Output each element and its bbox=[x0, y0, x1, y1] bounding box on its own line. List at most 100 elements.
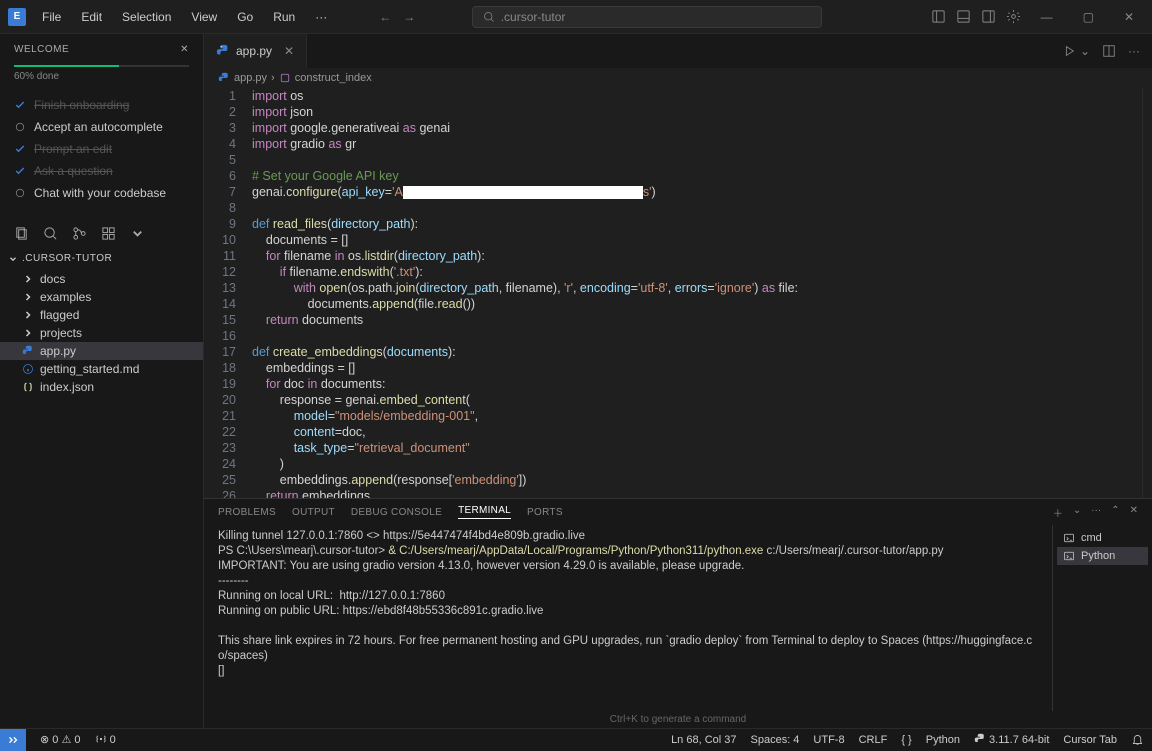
task-item[interactable]: Ask a question bbox=[14, 160, 189, 182]
window-minimize[interactable]: — bbox=[1031, 10, 1063, 24]
status-lang[interactable]: Python bbox=[926, 734, 960, 746]
welcome-title: WELCOME bbox=[14, 44, 69, 55]
layout-panel-icon[interactable] bbox=[956, 9, 971, 24]
tree-file-index-json[interactable]: index.json bbox=[0, 378, 203, 396]
panel-close[interactable]: ✕ bbox=[1130, 505, 1138, 520]
chevron-right-icon bbox=[22, 273, 34, 285]
explorer-search-icon[interactable] bbox=[43, 226, 58, 241]
menu-selection[interactable]: Selection bbox=[114, 6, 179, 28]
panel-new-terminal[interactable]: ＋ bbox=[1053, 505, 1063, 520]
python-file-icon bbox=[216, 44, 230, 58]
window-close[interactable]: ✕ bbox=[1114, 10, 1144, 24]
status-errors[interactable]: ⊗ 0 ⚠ 0 bbox=[40, 733, 81, 746]
tree-folder-docs[interactable]: docs bbox=[0, 270, 203, 288]
terminal-icon bbox=[1063, 550, 1075, 562]
task-item[interactable]: Accept an autocomplete bbox=[14, 116, 189, 138]
tree-file-app-py[interactable]: app.py bbox=[0, 342, 203, 360]
status-bell-icon[interactable] bbox=[1131, 733, 1144, 746]
panel-tab-ports[interactable]: PORTS bbox=[527, 507, 563, 518]
status-encoding[interactable]: UTF-8 bbox=[813, 734, 844, 746]
chevron-right-icon bbox=[22, 327, 34, 339]
info-file-icon bbox=[22, 363, 34, 375]
minimap[interactable] bbox=[1142, 88, 1152, 498]
task-label: Accept an autocomplete bbox=[34, 120, 163, 134]
workspace-header[interactable]: .CURSOR-TUTOR bbox=[0, 249, 203, 268]
panel-tab-problems[interactable]: PROBLEMS bbox=[218, 507, 276, 518]
status-python-version[interactable]: 3.11.7 64-bit bbox=[974, 733, 1049, 746]
status-cursor-tab[interactable]: Cursor Tab bbox=[1063, 734, 1117, 746]
nav-forward[interactable]: → bbox=[403, 10, 415, 24]
status-eol[interactable]: CRLF bbox=[859, 734, 888, 746]
settings-gear-icon[interactable] bbox=[1006, 9, 1021, 24]
panel-tab-terminal[interactable]: TERMINAL bbox=[458, 505, 511, 519]
status-bar: ⊗ 0 ⚠ 0 0 Ln 68, Col 37 Spaces: 4 UTF-8 … bbox=[0, 728, 1152, 750]
tree-folder-projects[interactable]: projects bbox=[0, 324, 203, 342]
explorer-git-icon[interactable] bbox=[72, 226, 87, 241]
title-bar: E FileEditSelectionViewGoRun··· ← → .cur… bbox=[0, 0, 1152, 34]
terminal-icon bbox=[1063, 532, 1075, 544]
explorer-files-icon[interactable] bbox=[14, 226, 29, 241]
run-button-icon[interactable] bbox=[1062, 44, 1076, 58]
explorer-chevron-icon[interactable] bbox=[130, 226, 145, 241]
check-icon bbox=[14, 165, 26, 177]
breadcrumb-symbol: construct_index bbox=[295, 72, 372, 84]
menu-view[interactable]: View bbox=[183, 6, 225, 28]
menu-edit[interactable]: Edit bbox=[73, 6, 110, 28]
remote-button[interactable] bbox=[0, 729, 26, 751]
terminal-session-python[interactable]: Python bbox=[1057, 547, 1148, 565]
welcome-close[interactable]: ✕ bbox=[180, 44, 189, 55]
breadcrumb[interactable]: app.py › construct_index bbox=[204, 68, 1152, 88]
panel-maximize[interactable]: ⌃ bbox=[1111, 505, 1119, 520]
nav-back[interactable]: ← bbox=[379, 10, 391, 24]
tab-app-py[interactable]: app.py ✕ bbox=[204, 34, 307, 68]
tree-label: projects bbox=[40, 326, 82, 340]
editor-more[interactable]: ··· bbox=[1128, 44, 1140, 58]
task-label: Chat with your codebase bbox=[34, 186, 166, 200]
task-item[interactable]: Prompt an edit bbox=[14, 138, 189, 160]
run-dropdown[interactable]: ⌄ bbox=[1080, 44, 1090, 58]
tab-label: app.py bbox=[236, 44, 272, 58]
function-icon bbox=[279, 72, 291, 84]
panel-tab-output[interactable]: OUTPUT bbox=[292, 507, 335, 518]
command-search[interactable]: .cursor-tutor bbox=[472, 6, 822, 28]
code-editor[interactable]: 1234567891011121314151617181920212223242… bbox=[204, 88, 1152, 498]
tree-label: app.py bbox=[40, 344, 76, 358]
circle-icon bbox=[14, 187, 26, 199]
status-cursor-pos[interactable]: Ln 68, Col 37 bbox=[671, 734, 736, 746]
session-label: Python bbox=[1081, 550, 1115, 562]
panel-more[interactable]: ··· bbox=[1091, 505, 1101, 520]
task-item[interactable]: Chat with your codebase bbox=[14, 182, 189, 204]
tree-folder-flagged[interactable]: flagged bbox=[0, 306, 203, 324]
window-maximize[interactable]: ▢ bbox=[1073, 10, 1104, 24]
layout-sidebar-right-icon[interactable] bbox=[981, 9, 996, 24]
task-label: Prompt an edit bbox=[34, 142, 112, 156]
session-label: cmd bbox=[1081, 532, 1102, 544]
status-spaces[interactable]: Spaces: 4 bbox=[751, 734, 800, 746]
tree-folder-examples[interactable]: examples bbox=[0, 288, 203, 306]
status-lang-brace[interactable]: { } bbox=[901, 734, 911, 746]
app-logo[interactable]: E bbox=[8, 8, 26, 26]
panel-dropdown[interactable]: ⌄ bbox=[1073, 505, 1081, 520]
terminal-session-cmd[interactable]: cmd bbox=[1057, 529, 1148, 547]
menu-run[interactable]: Run bbox=[265, 6, 303, 28]
layout-sidebar-left-icon[interactable] bbox=[931, 9, 946, 24]
terminal-output[interactable]: Killing tunnel 127.0.0.1:7860 <> https:/… bbox=[204, 525, 1052, 711]
task-item[interactable]: Finish onboarding bbox=[14, 94, 189, 116]
tree-label: examples bbox=[40, 290, 91, 304]
menu-go[interactable]: Go bbox=[229, 6, 261, 28]
circle-icon bbox=[14, 121, 26, 133]
tab-close-icon[interactable]: ✕ bbox=[284, 44, 294, 58]
search-text: .cursor-tutor bbox=[501, 10, 566, 24]
menu-more[interactable]: ··· bbox=[307, 6, 335, 28]
menu-file[interactable]: File bbox=[34, 6, 69, 28]
tree-file-getting_started-md[interactable]: getting_started.md bbox=[0, 360, 203, 378]
split-editor-icon[interactable] bbox=[1102, 44, 1116, 58]
explorer-extensions-icon[interactable] bbox=[101, 226, 116, 241]
progress-bar bbox=[14, 65, 189, 67]
task-label: Ask a question bbox=[34, 164, 113, 178]
panel-tab-debug-console[interactable]: DEBUG CONSOLE bbox=[351, 507, 442, 518]
status-ports[interactable]: 0 bbox=[95, 733, 116, 746]
task-label: Finish onboarding bbox=[34, 98, 129, 112]
tree-label: flagged bbox=[40, 308, 79, 322]
progress-label: 60% done bbox=[14, 71, 189, 82]
